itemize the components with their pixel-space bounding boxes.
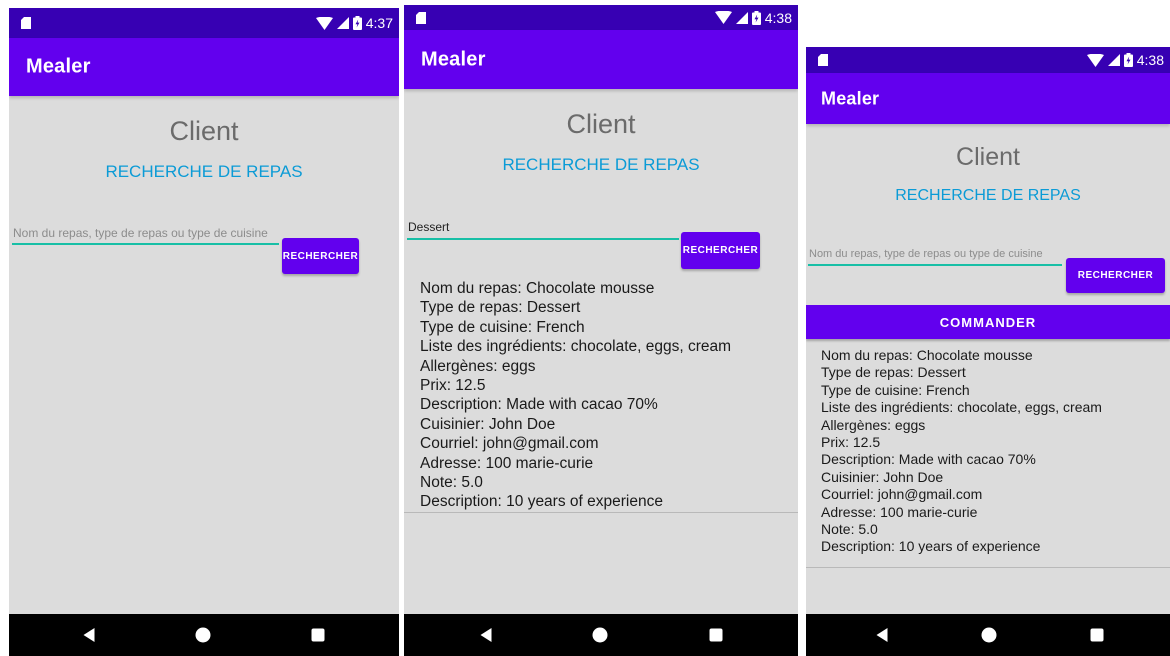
- battery-charging-icon: [352, 16, 362, 30]
- status-time: 4:38: [1136, 52, 1164, 68]
- navigation-bar: [806, 614, 1170, 656]
- search-input[interactable]: [407, 219, 679, 240]
- recent-square-icon[interactable]: [709, 628, 723, 642]
- recent-square-icon[interactable]: [1090, 628, 1104, 642]
- cook-name-line: Cuisinier: John Doe: [420, 415, 556, 433]
- app-title: Mealer: [421, 48, 486, 70]
- cook-address-line: Adresse: 100 marie-curie: [420, 454, 594, 472]
- cuisine-type-line: Type de cuisine: French: [821, 381, 970, 398]
- status-time: 4:37: [365, 15, 393, 31]
- wifi-icon: [315, 16, 333, 30]
- home-circle-icon[interactable]: [592, 627, 608, 643]
- meal-type-line: Type de repas: Dessert: [821, 364, 966, 381]
- ingredients-line: Liste des ingrédients: chocolate, eggs, …: [420, 338, 732, 356]
- app-bar: Mealer: [404, 30, 798, 89]
- ingredients-line: Liste des ingrédients: chocolate, eggs, …: [821, 399, 1102, 416]
- status-bar: 4:38: [404, 5, 798, 30]
- back-triangle-icon[interactable]: [480, 628, 492, 642]
- phone-screen-results: 4:38 Mealer Client RECHERCHE DE REPAS RE…: [404, 5, 798, 656]
- cuisine-type-line: Type de cuisine: French: [420, 318, 585, 336]
- search-button[interactable]: RECHERCHER: [282, 238, 359, 274]
- sim-card-icon: [818, 54, 828, 66]
- meal-name-line: Nom du repas: Chocolate mousse: [821, 347, 1033, 363]
- battery-charging-icon: [1123, 53, 1133, 67]
- meal-type-line: Type de repas: Dessert: [420, 299, 581, 317]
- allergens-line: Allergènes: eggs: [821, 416, 926, 433]
- cell-signal-icon: [1107, 54, 1120, 66]
- status-bar: 4:38: [806, 47, 1170, 73]
- search-button[interactable]: RECHERCHER: [1066, 258, 1165, 293]
- cook-email-line: Courriel: john@gmail.com: [821, 486, 983, 503]
- screen-subtitle: RECHERCHE DE REPAS: [895, 187, 1081, 204]
- sim-card-icon: [416, 11, 426, 24]
- recent-square-icon[interactable]: [311, 628, 325, 642]
- status-time: 4:38: [764, 9, 792, 26]
- back-triangle-icon[interactable]: [83, 628, 95, 642]
- back-triangle-icon[interactable]: [876, 628, 888, 642]
- price-line: Prix: 12.5: [821, 434, 881, 451]
- navigation-bar: [9, 614, 399, 656]
- screen-title: Client: [956, 143, 1020, 171]
- price-line: Prix: 12.5: [420, 377, 486, 395]
- home-circle-icon[interactable]: [981, 627, 997, 643]
- navigation-bar: [404, 614, 798, 656]
- cell-signal-icon: [336, 17, 349, 29]
- wifi-icon: [1086, 53, 1104, 67]
- app-bar: Mealer: [806, 73, 1170, 124]
- cook-rating-line: Note: 5.0: [821, 521, 878, 538]
- cook-rating-line: Note: 5.0: [420, 474, 483, 492]
- meal-name-line: Nom du repas: Chocolate mousse: [420, 280, 655, 297]
- app-title: Mealer: [821, 88, 880, 108]
- allergens-line: Allergènes: eggs: [420, 357, 536, 375]
- screen-title: Client: [566, 109, 636, 139]
- wifi-icon: [714, 11, 732, 24]
- phone-screen-initial: 4:37 Mealer Client RECHERCHE DE REPAS RE…: [9, 8, 399, 656]
- order-button[interactable]: COMMANDER: [806, 305, 1170, 339]
- search-input[interactable]: [808, 247, 1062, 266]
- screen-title: Client: [169, 116, 239, 146]
- app-title: Mealer: [26, 55, 91, 78]
- screen-subtitle: RECHERCHE DE REPAS: [502, 155, 700, 174]
- battery-charging-icon: [751, 10, 761, 25]
- sim-card-icon: [21, 17, 31, 29]
- meal-result-card[interactable]: Nom du repas: Chocolate mousse Type de r…: [806, 347, 1170, 568]
- cook-description-line: Description: 10 years of experience: [821, 538, 1041, 555]
- phone-screen-order: 4:38 Mealer Client RECHERCHE DE REPAS RE…: [806, 47, 1170, 656]
- meal-result-card[interactable]: Nom du repas: Chocolate mousse Type de r…: [404, 279, 798, 513]
- status-bar: 4:37: [9, 8, 399, 38]
- cook-name-line: Cuisinier: John Doe: [821, 468, 944, 485]
- search-input[interactable]: [12, 226, 279, 245]
- cook-description-line: Description: 10 years of experience: [420, 493, 663, 511]
- home-circle-icon[interactable]: [195, 627, 211, 643]
- meal-description-line: Description: Made with cacao 70%: [821, 451, 1036, 468]
- search-button[interactable]: RECHERCHER: [681, 232, 760, 269]
- cell-signal-icon: [735, 11, 748, 24]
- meal-description-line: Description: Made with cacao 70%: [420, 396, 658, 414]
- app-bar: Mealer: [9, 38, 399, 96]
- cook-email-line: Courriel: john@gmail.com: [420, 435, 599, 453]
- cook-address-line: Adresse: 100 marie-curie: [821, 503, 978, 520]
- screen-subtitle: RECHERCHE DE REPAS: [105, 162, 303, 181]
